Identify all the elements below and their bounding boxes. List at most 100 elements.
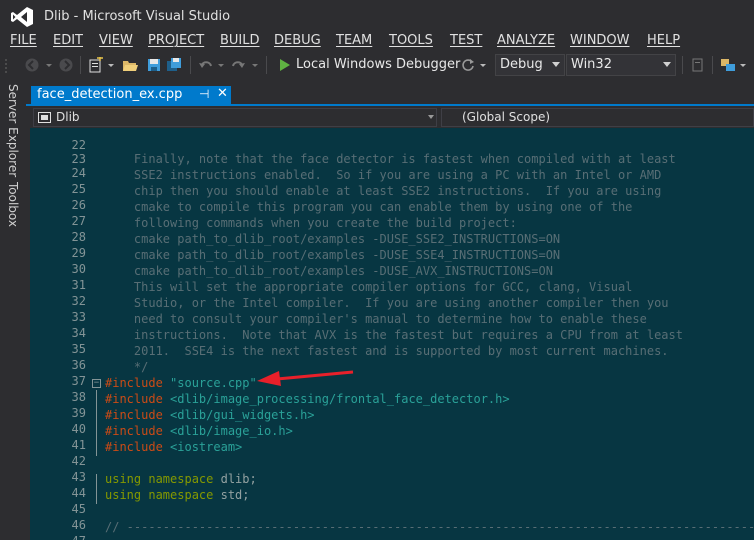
annotation-arrow-icon <box>257 370 354 386</box>
navigation-bar: Dlib (Global Scope) <box>30 106 754 128</box>
code-line: 43 <box>30 456 754 484</box>
keyword: using namespace <box>105 488 214 502</box>
redo-icon[interactable] <box>230 57 246 73</box>
include-path: <dlib/image_io.h> <box>170 424 293 438</box>
code-line: 37 */ <box>30 360 754 388</box>
code-text: cmake to compile this program you can en… <box>105 200 633 214</box>
collapse-icon[interactable]: − <box>92 379 101 388</box>
navigate-back-icon[interactable] <box>24 57 40 73</box>
toolbar-separator <box>712 56 713 74</box>
toolbar-overflow-icon[interactable] <box>738 57 748 73</box>
code-line: 25 SSE2 instructions enabled. So if you … <box>30 168 754 196</box>
debugger-dropdown-icon[interactable] <box>478 57 488 73</box>
code-line: 29 cmake path_to_dlib_root/examples -DUS… <box>30 232 754 260</box>
menu-window[interactable]: WINDOW <box>570 33 630 48</box>
chevron-down-icon <box>552 62 560 67</box>
include-path: <dlib/image_processing/frontal_face_dete… <box>170 392 510 406</box>
menu-edit[interactable]: EDIT <box>53 33 83 48</box>
toolbar-separator <box>266 56 267 74</box>
project-icon <box>38 112 51 123</box>
code-text: 2011. SSE4 is the next fastest and is su… <box>105 344 669 358</box>
chevron-down-icon <box>428 115 434 119</box>
code-line: 28 following commands when you create th… <box>30 216 754 244</box>
menu-view[interactable]: VIEW <box>99 33 133 48</box>
menu-tools[interactable]: TOOLS <box>389 33 433 48</box>
redo-dropdown-icon[interactable] <box>250 57 260 73</box>
solution-configuration-select[interactable]: Debug <box>495 54 565 76</box>
menu-file[interactable]: FILE <box>10 33 37 48</box>
menu-team[interactable]: TEAM <box>336 33 372 48</box>
toolbox-tab[interactable]: Toolbox <box>6 182 20 227</box>
start-debugging-icon[interactable] <box>276 57 292 73</box>
platform-value: Win32 <box>571 57 612 72</box>
code-line: 39 #include <dlib/image_processing/front… <box>30 392 754 420</box>
navigate-forward-icon[interactable] <box>58 57 74 73</box>
menu-build[interactable]: BUILD <box>220 33 260 48</box>
toolbar-separator <box>190 56 191 74</box>
tab-face-detection[interactable]: face_detection_ex.cpp ⊣ ✕ <box>31 86 231 106</box>
new-project-dropdown-icon[interactable] <box>106 57 116 73</box>
code-line: 30 cmake path_to_dlib_root/examples -DUS… <box>30 248 754 276</box>
include-path: "source.cpp" <box>170 376 257 390</box>
preprocessor-directive: #include <box>105 376 163 390</box>
toolbar-separator <box>682 56 683 74</box>
menu-help[interactable]: HELP <box>647 33 680 48</box>
side-tool-strip: Server Explorer Toolbox <box>0 78 26 540</box>
menu-bar: FILE EDIT VIEW PROJECT BUILD DEBUG TEAM … <box>0 32 754 52</box>
pin-tab-icon[interactable]: ⊣ <box>199 87 209 101</box>
code-line: 46 <box>30 504 754 532</box>
save-icon[interactable] <box>146 57 162 73</box>
window-title: Dlib - Microsoft Visual Studio <box>44 9 231 24</box>
code-editor[interactable]: 22 23 24 Finally, note that the face det… <box>30 128 754 540</box>
project-select[interactable]: Dlib <box>33 108 437 127</box>
code-line: 34 need to consult your compiler's manua… <box>30 312 754 340</box>
code-text: Studio, or the Intel compiler. If you ar… <box>105 296 669 310</box>
tab-filename: face_detection_ex.cpp <box>37 87 183 102</box>
new-project-icon[interactable] <box>88 57 104 73</box>
configuration-value: Debug <box>500 57 543 72</box>
code-text: dlib; <box>213 472 257 486</box>
save-all-icon[interactable] <box>166 57 182 73</box>
server-explorer-tab[interactable]: Server Explorer <box>6 84 20 177</box>
code-text: std; <box>213 488 250 502</box>
close-tab-icon[interactable]: ✕ <box>217 86 228 101</box>
visual-studio-logo-icon <box>11 7 33 27</box>
solution-platform-select[interactable]: Win32 <box>566 54 676 76</box>
menu-project[interactable]: PROJECT <box>148 33 204 48</box>
keyword: using namespace <box>105 472 214 486</box>
code-line: 36 2011. SSE4 is the next fastest and is… <box>30 344 754 372</box>
solution-explorer-icon[interactable] <box>720 57 736 73</box>
code-line: 26 chip then you should enable at least … <box>30 184 754 212</box>
code-line: 47 // ----------------------------------… <box>30 520 754 540</box>
refresh-icon[interactable] <box>460 57 476 73</box>
preprocessor-directive: #include <box>105 440 163 454</box>
code-line: 24 Finally, note that the face detector … <box>30 152 754 180</box>
code-line: 38 − #include "source.cpp" <box>30 376 754 404</box>
code-text: // -------------------------------------… <box>105 520 754 534</box>
find-in-files-icon[interactable] <box>690 57 706 73</box>
code-line: 32 This will set the appropriate compile… <box>30 280 754 308</box>
undo-dropdown-icon[interactable] <box>216 57 226 73</box>
code-text: */ <box>105 360 149 374</box>
preprocessor-directive: #include <box>105 392 163 406</box>
project-value: Dlib <box>56 110 80 124</box>
undo-icon[interactable] <box>198 57 214 73</box>
line-number: 47 <box>56 534 86 540</box>
code-text: SSE2 instructions enabled. So if you are… <box>105 168 662 182</box>
code-text: cmake path_to_dlib_root/examples -DUSE_A… <box>105 264 553 278</box>
menu-analyze[interactable]: ANALYZE <box>497 33 555 48</box>
scope-select[interactable]: (Global Scope) <box>441 108 754 127</box>
toolbar: Local Windows Debugger Debug Win32 <box>0 52 754 78</box>
toolbar-separator <box>80 56 81 74</box>
document-tab-bar: face_detection_ex.cpp ⊣ ✕ <box>26 78 754 106</box>
start-debugger-button[interactable]: Local Windows Debugger <box>296 57 460 72</box>
code-line: 35 instructions. Note that AVX is the fa… <box>30 328 754 356</box>
title-bar: Dlib - Microsoft Visual Studio <box>0 0 754 32</box>
code-text: chip then you should enable at least SSE… <box>105 184 662 198</box>
open-file-icon[interactable] <box>122 57 138 73</box>
menu-debug[interactable]: DEBUG <box>274 33 321 48</box>
code-line: 33 Studio, or the Intel compiler. If you… <box>30 296 754 324</box>
back-dropdown-icon[interactable] <box>44 57 54 73</box>
code-text: need to consult your compiler's manual t… <box>105 312 647 326</box>
menu-test[interactable]: TEST <box>450 33 482 48</box>
